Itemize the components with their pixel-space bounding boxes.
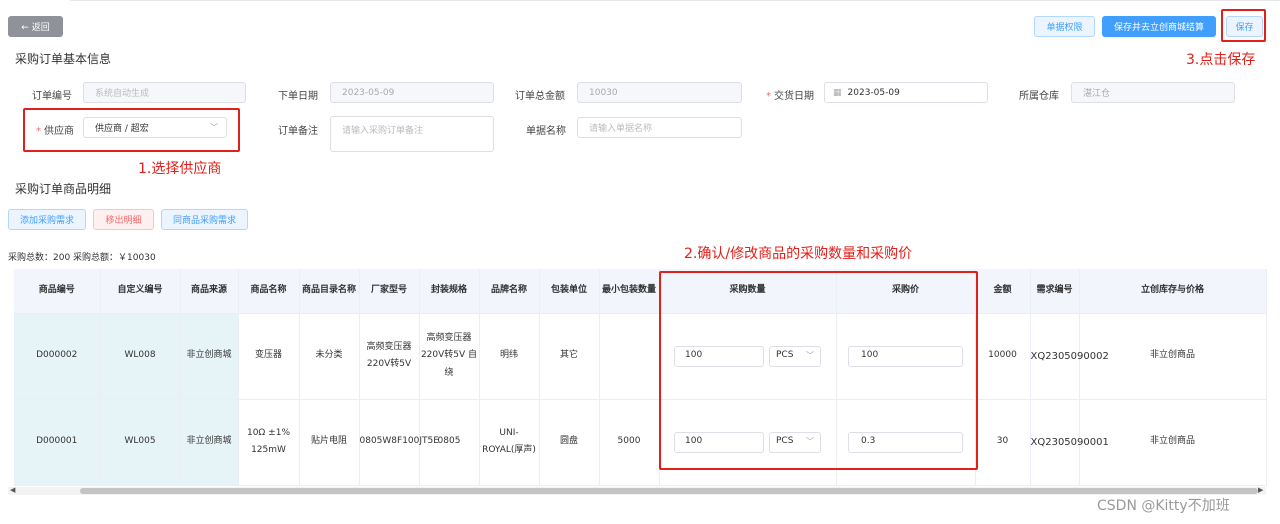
cell-custom-code: WL005 xyxy=(100,399,181,486)
cell-catalog: 贴片电阻 xyxy=(299,399,360,486)
table-header-row: 商品编号 自定义编号 商品来源 商品名称 商品目录名称 厂家型号 封装规格 品牌… xyxy=(14,269,1267,314)
highlight-qty-price xyxy=(659,271,978,470)
calendar-icon: ▦ xyxy=(833,87,842,98)
remark-label: 订单备注 xyxy=(278,126,318,137)
cell-catalog: 未分类 xyxy=(299,313,360,400)
cell-req-no: XQ2305090001 xyxy=(1030,399,1109,486)
save-and-settle-button[interactable]: 保存并去立创商城结算 xyxy=(1102,16,1216,37)
total-amount-input: 10030 xyxy=(577,82,742,103)
remark-textarea[interactable]: 请输入采购订单备注 xyxy=(330,116,494,152)
permissions-button[interactable]: 单据权限 xyxy=(1034,16,1095,37)
col-header: 金额 xyxy=(975,269,1031,314)
remove-item-button[interactable]: 移出明细 xyxy=(93,209,154,230)
table-row[interactable]: D000002 WL008 非立创商城 变压器 未分类 高频变压器220V转5V… xyxy=(14,313,1267,400)
supplier-label: * 供应商 xyxy=(36,126,74,137)
col-header: 立创库存与价格 xyxy=(1079,269,1267,314)
cell-code: D000002 xyxy=(14,313,101,400)
annotation-qty-price: 2.确认/修改商品的采购数量和采购价 xyxy=(684,246,913,262)
col-header: 品牌名称 xyxy=(479,269,540,314)
col-header: 商品来源 xyxy=(180,269,239,314)
cell-source: 非立创商城 xyxy=(180,399,239,486)
col-header: 包装单位 xyxy=(539,269,600,314)
cell-brand: UNI-ROYAL(厚声) xyxy=(479,399,540,486)
cell-model: 高频变压器220V转5V xyxy=(359,313,420,400)
order-date-input: 2023-05-09 xyxy=(330,82,494,103)
add-demand-button[interactable]: 添加采购需求 xyxy=(8,209,86,230)
col-header: 封装规格 xyxy=(419,269,480,314)
cell-name: 10Ω ±1% 125mW xyxy=(238,399,300,486)
order-no-input: 系统自动生成 xyxy=(83,82,246,103)
cell-code: D000001 xyxy=(14,399,101,486)
col-header: 自定义编号 xyxy=(100,269,181,314)
cell-name: 变压器 xyxy=(238,313,300,400)
chevron-down-icon: ﹀ xyxy=(210,123,218,132)
watermark: CSDN @Kitty不加班 xyxy=(1097,498,1230,514)
cell-brand: 明纬 xyxy=(479,313,540,400)
col-header: 厂家型号 xyxy=(359,269,420,314)
annotation-supplier: 1.选择供应商 xyxy=(138,161,222,177)
cell-spec: 高频变压器220V转5V 自绕 xyxy=(419,313,480,400)
cell-model: 0805W8F100JT5E xyxy=(359,399,439,486)
cell-custom-code: WL008 xyxy=(100,313,181,400)
col-header: 需求编号 xyxy=(1030,269,1080,314)
cell-min-pack xyxy=(599,313,660,400)
supplier-select[interactable]: 供应商 / 超宏 ﹀ xyxy=(83,117,227,138)
annotation-save: 3.点击保存 xyxy=(1186,52,1256,68)
doc-name-label: 单据名称 xyxy=(526,126,566,137)
same-goods-demand-button[interactable]: 同商品采购需求 xyxy=(161,209,248,230)
delivery-date-label: * 交货日期 xyxy=(766,91,814,102)
cell-amount: 30 xyxy=(975,399,1031,486)
cell-unit: 圆盘 xyxy=(539,399,600,486)
items-table: 商品编号 自定义编号 商品来源 商品名称 商品目录名称 厂家型号 封装规格 品牌… xyxy=(14,269,1267,486)
delivery-date-input[interactable]: ▦ 2023-05-09 xyxy=(824,82,988,103)
scroll-left-icon[interactable]: ◀ xyxy=(10,486,15,494)
warehouse-input: 湛江仓 xyxy=(1071,82,1235,103)
cell-amount: 10000 xyxy=(975,313,1031,400)
col-header: 商品目录名称 xyxy=(299,269,360,314)
order-date-label: 下单日期 xyxy=(278,91,318,102)
items-title: 采购订单商品明细 xyxy=(15,182,112,196)
cell-source: 非立创商城 xyxy=(180,313,239,400)
purchase-summary: 采购总数：200 采购总额：￥10030 xyxy=(8,253,156,263)
table-row[interactable]: D000001 WL005 非立创商城 10Ω ±1% 125mW 贴片电阻 0… xyxy=(14,399,1267,486)
cell-min-pack: 5000 xyxy=(599,399,660,486)
order-no-label: 订单编号 xyxy=(32,91,72,102)
cell-req-no: XQ2305090002 xyxy=(1030,313,1109,400)
top-divider xyxy=(70,0,1280,1)
total-amount-label: 订单总金额 xyxy=(515,91,565,102)
back-button[interactable]: ← 返回 xyxy=(8,16,63,37)
warehouse-label: 所属仓库 xyxy=(1019,91,1059,102)
col-header: 商品编号 xyxy=(14,269,101,314)
highlight-save xyxy=(1221,9,1266,42)
col-header: 商品名称 xyxy=(238,269,300,314)
scrollbar-thumb[interactable] xyxy=(80,488,1258,494)
doc-name-input[interactable]: 请输入单据名称 xyxy=(577,117,742,138)
basic-info-title: 采购订单基本信息 xyxy=(15,52,112,66)
col-header: 最小包装数量 xyxy=(599,269,660,314)
scroll-right-icon[interactable]: ▶ xyxy=(1258,486,1263,494)
cell-unit: 其它 xyxy=(539,313,600,400)
